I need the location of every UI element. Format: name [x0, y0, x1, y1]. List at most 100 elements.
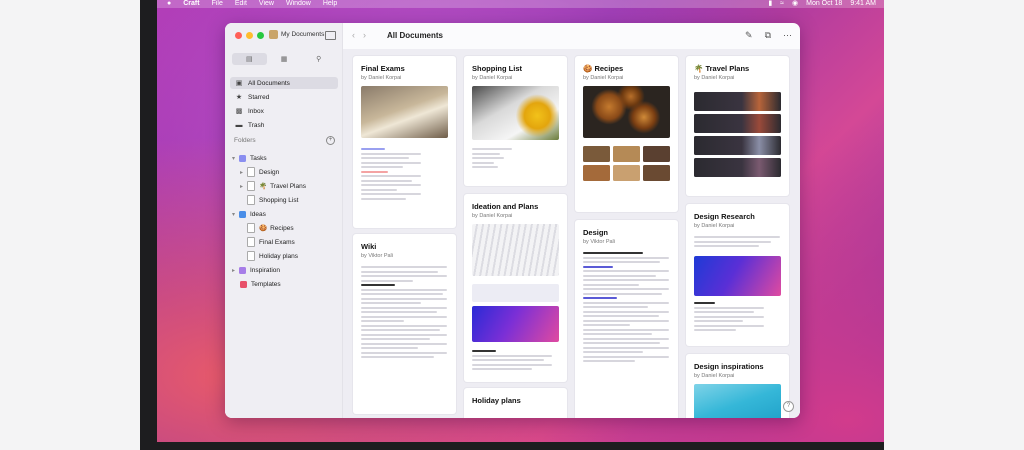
toolbar-icons: ✎ ⧉ ⋯ [745, 30, 792, 41]
card-recipes[interactable]: 🍪 Recipes by Daniel Korpai [575, 56, 678, 212]
tree-item-design[interactable]: ▸ Design [240, 166, 279, 178]
card-shopping-list[interactable]: Shopping List by Daniel Korpai [464, 56, 567, 186]
card-design-inspirations[interactable]: Design inspirations by Daniel Korpai [686, 354, 789, 418]
tree-item-label: Holiday plans [259, 252, 299, 260]
palm-tree-icon: 🌴 [694, 64, 706, 73]
card-thumbnails [583, 146, 670, 181]
card-callout [472, 284, 559, 302]
forward-arrow-icon[interactable]: › [363, 30, 374, 40]
trash-icon: ▬ [235, 121, 243, 129]
menu-view[interactable]: View [259, 0, 274, 8]
folder-inspiration[interactable]: ▸ Inspiration [232, 264, 280, 276]
tree-item-recipes[interactable]: 🍪 Recipes [247, 222, 294, 234]
card-wiki[interactable]: Wiki by Viktor Pali [353, 234, 456, 414]
card-preview-text [472, 350, 552, 373]
folder-icon [239, 210, 246, 218]
card-author: by Daniel Korpai [472, 213, 513, 219]
tree-item-shopping-list[interactable]: Shopping List [247, 194, 298, 206]
menu-edit[interactable]: Edit [235, 0, 247, 8]
tree-item-label: Shopping List [259, 196, 299, 204]
minimize-button[interactable] [246, 32, 253, 39]
sidebar-toggle-icon[interactable] [325, 31, 336, 40]
folder-ideas[interactable]: ▾ Ideas [232, 208, 266, 220]
battery-icon[interactable]: ▮ [768, 0, 772, 8]
add-folder-button[interactable]: + [326, 136, 335, 145]
wifi-icon[interactable]: ≈ [780, 0, 784, 8]
card-checklist [694, 302, 764, 334]
tree-item-label: Final Exams [259, 238, 295, 246]
cookie-icon: 🍪 [583, 64, 595, 73]
sidebar-item-trash[interactable]: ▬ Trash [230, 119, 338, 131]
folder-tasks[interactable]: ▾ Tasks [232, 152, 267, 164]
template-icon [240, 280, 247, 288]
sidebar-item-inbox[interactable]: ▩ Inbox [230, 105, 338, 117]
document-icon [247, 223, 255, 233]
card-author: by Viktor Pali [583, 239, 615, 245]
apple-menu-icon[interactable]: ● [167, 0, 171, 8]
chevron-right-icon[interactable]: ▸ [240, 183, 247, 190]
card-cover-image [472, 86, 559, 140]
menu-app-name[interactable]: Craft [183, 0, 199, 8]
tab-search-icon[interactable]: ⚲ [301, 53, 336, 65]
folder-label: Ideas [250, 210, 266, 218]
more-options-icon[interactable]: ⋯ [783, 30, 792, 41]
menu-time[interactable]: 9:41 AM [850, 0, 876, 8]
document-icon [247, 237, 255, 247]
documents-icon: ▣ [235, 80, 243, 87]
card-banner-image [694, 256, 781, 296]
tab-calendar-icon[interactable]: ▦ [267, 53, 302, 65]
card-cover-image [583, 86, 670, 138]
card-travel-plans[interactable]: 🌴 Travel Plans by Daniel Korpai [686, 56, 789, 196]
card-author: by Viktor Pali [361, 253, 393, 259]
sidebar-item-starred[interactable]: ★ Starred [230, 91, 338, 103]
zoom-button[interactable] [257, 32, 264, 39]
main-area: ‹› All Documents ✎ ⧉ ⋯ Final Exams by Da… [343, 23, 800, 418]
sidebar-item-all-documents[interactable]: ▣ All Documents [230, 77, 338, 89]
card-preview-text [583, 252, 669, 365]
chevron-down-icon[interactable]: ▾ [232, 211, 239, 218]
folder-label: Templates [251, 280, 281, 288]
tree-item-travel-plans[interactable]: ▸ 🌴 Travel Plans [240, 180, 306, 192]
sidebar-item-label: Trash [248, 121, 265, 129]
new-document-icon[interactable]: ✎ [745, 30, 753, 41]
card-design-research[interactable]: Design Research by Daniel Korpai [686, 204, 789, 346]
status-area: ▮ ≈ ◉ Mon Oct 18 9:41 AM [768, 0, 884, 8]
sidebar: My Documents ▤ ▦ ⚲ ▣ All Documents ★ Sta… [225, 23, 343, 418]
card-title: 🍪 Recipes [583, 64, 624, 73]
menu-window[interactable]: Window [286, 0, 311, 8]
duplicate-icon[interactable]: ⧉ [765, 30, 771, 41]
card-cover-image [694, 384, 781, 418]
card-author: by Daniel Korpai [694, 75, 735, 81]
folders-heading: Folders [234, 137, 256, 144]
folder-icon [239, 154, 246, 162]
tab-documents-icon[interactable]: ▤ [232, 53, 267, 65]
craft-window: My Documents ▤ ▦ ⚲ ▣ All Documents ★ Sta… [225, 23, 800, 418]
tree-item-final-exams[interactable]: Final Exams [247, 236, 295, 248]
workspace-switcher[interactable]: My Documents [269, 30, 324, 39]
menu-help[interactable]: Help [323, 0, 337, 8]
card-thumbnails [694, 92, 781, 177]
back-arrow-icon[interactable]: ‹ [352, 30, 363, 40]
control-center-icon[interactable]: ◉ [792, 0, 798, 8]
tree-item-label: Design [259, 168, 280, 176]
card-final-exams[interactable]: Final Exams by Daniel Korpai [353, 56, 456, 228]
chevron-right-icon[interactable]: ▸ [232, 267, 239, 274]
desktop-screen: ● Craft File Edit View Window Help ▮ ≈ ◉… [157, 0, 884, 442]
menu-date[interactable]: Mon Oct 18 [806, 0, 842, 8]
card-holiday-plans[interactable]: Holiday plans [464, 388, 567, 418]
chevron-right-icon[interactable]: ▸ [240, 169, 247, 176]
menu-file[interactable]: File [212, 0, 223, 8]
toolbar: ‹› All Documents ✎ ⧉ ⋯ [343, 23, 800, 49]
sidebar-tabs: ▤ ▦ ⚲ [232, 53, 336, 65]
card-ideation-and-plans[interactable]: Ideation and Plans by Daniel Korpai [464, 194, 567, 382]
card-title: Design Research [694, 212, 755, 221]
card-preview-text [361, 266, 447, 361]
card-title: Holiday plans [472, 396, 521, 405]
sidebar-item-label: Inbox [248, 107, 264, 115]
help-icon[interactable]: ? [783, 401, 794, 412]
chevron-down-icon[interactable]: ▾ [232, 155, 239, 162]
close-button[interactable] [235, 32, 242, 39]
folder-templates[interactable]: Templates [240, 278, 281, 290]
tree-item-holiday-plans[interactable]: Holiday plans [247, 250, 298, 262]
card-design[interactable]: Design by Viktor Pali [575, 220, 678, 418]
